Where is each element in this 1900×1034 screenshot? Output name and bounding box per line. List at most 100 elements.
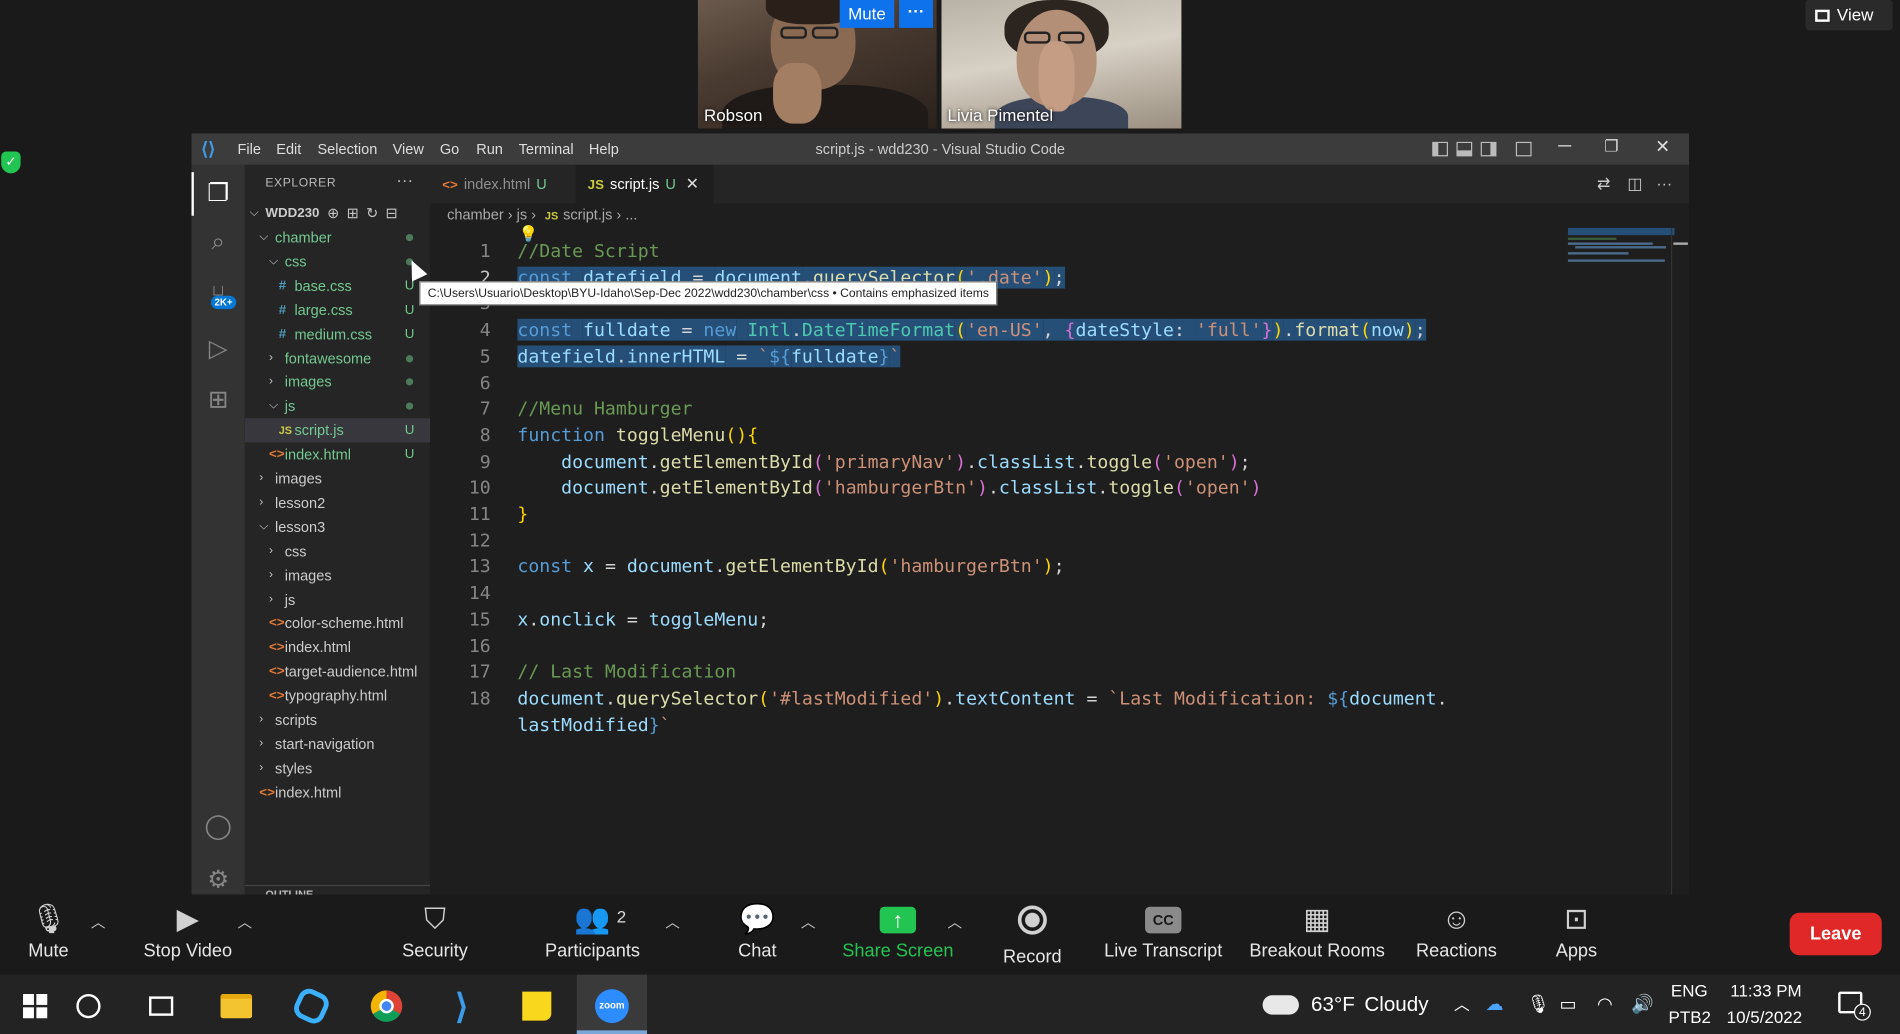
clock-time[interactable]: 11:33 PM bbox=[1730, 981, 1801, 1000]
tree-file[interactable]: <> target-audience.html bbox=[245, 660, 430, 684]
volume-icon[interactable]: 🔊 bbox=[1631, 975, 1654, 1034]
security-button[interactable]: ⛉ Security bbox=[394, 895, 476, 975]
extensions-icon[interactable]: ⊞ bbox=[201, 383, 235, 417]
explorer-icon[interactable]: ❐ bbox=[201, 177, 235, 211]
tree-file[interactable]: # medium.css U bbox=[245, 322, 430, 346]
search-button[interactable] bbox=[53, 975, 123, 1034]
explorer-more-icon[interactable]: ··· bbox=[396, 170, 413, 189]
search-icon[interactable]: ⌕ bbox=[201, 225, 235, 259]
tree-file[interactable]: # base.css U bbox=[245, 274, 430, 298]
code-text: document.querySelector('#lastModified').… bbox=[517, 685, 1447, 712]
weather-text[interactable]: Cloudy bbox=[1364, 975, 1428, 1034]
record-button[interactable]: Record bbox=[998, 895, 1066, 975]
tree-folder[interactable]: › css bbox=[245, 539, 430, 563]
tree-folder[interactable]: › js bbox=[245, 587, 430, 611]
share-screen-button[interactable]: ↑ Share Screen bbox=[841, 895, 955, 975]
tree-folder[interactable]: ⌵ lesson3 bbox=[245, 515, 430, 539]
encryption-shield-icon[interactable]: ✓ bbox=[1, 151, 21, 174]
chrome-button[interactable] bbox=[351, 975, 421, 1034]
customize-layout-icon[interactable] bbox=[1515, 141, 1532, 157]
tree-folder[interactable]: › images bbox=[245, 563, 430, 587]
account-icon[interactable]: ◯ bbox=[201, 810, 235, 844]
minimap[interactable] bbox=[1567, 227, 1679, 276]
participants-options-caret-icon[interactable]: ︿ bbox=[665, 912, 680, 933]
tab-index-html[interactable]: <> index.html U bbox=[430, 165, 573, 204]
vscode-taskbar-button[interactable]: ⟩ bbox=[427, 975, 497, 1034]
run-debug-icon[interactable]: ▷ bbox=[201, 332, 235, 366]
breadcrumb-item[interactable]: script.js bbox=[563, 206, 612, 223]
root-folder[interactable]: ⌵ WDD230 ⊕⊞↻⊟ bbox=[245, 201, 430, 225]
mute-button[interactable]: 🎙 Mute bbox=[17, 895, 80, 975]
wifi-icon[interactable]: ◠ bbox=[1597, 975, 1613, 1034]
restore-icon[interactable]: ❐ bbox=[1604, 137, 1618, 156]
tree-folder[interactable]: › images bbox=[245, 467, 430, 491]
tree-folder[interactable]: ⌵ css bbox=[245, 250, 430, 274]
breadcrumb-item[interactable]: chamber bbox=[447, 206, 504, 223]
tree-file[interactable]: <> index.html bbox=[245, 780, 430, 804]
tree-folder[interactable]: › lesson2 bbox=[245, 491, 430, 515]
share-options-caret-icon[interactable]: ︿ bbox=[948, 912, 963, 933]
minimize-icon[interactable]: ─ bbox=[1558, 136, 1571, 157]
tree-file[interactable]: <> typography.html bbox=[245, 684, 430, 708]
leave-button[interactable]: Leave bbox=[1789, 912, 1882, 956]
chat-options-caret-icon[interactable]: ︿ bbox=[801, 912, 816, 933]
breadcrumb-item[interactable]: js bbox=[517, 206, 528, 223]
editor-scrollbar[interactable] bbox=[1670, 227, 1688, 895]
toggle-secondary-sidebar-icon[interactable] bbox=[1480, 141, 1497, 157]
participants-button[interactable]: 👥 Participants bbox=[538, 895, 647, 975]
close-tab-icon[interactable]: ✕ bbox=[686, 175, 699, 193]
video-tile-livia[interactable]: Livia Pimentel bbox=[941, 0, 1182, 129]
apps-button[interactable]: ⊡ Apps bbox=[1551, 895, 1602, 975]
taskbar-app-swirl[interactable] bbox=[276, 975, 346, 1034]
audio-options-caret-icon[interactable]: ︿ bbox=[91, 912, 106, 933]
outline-section[interactable]: OUTLINE bbox=[244, 884, 431, 895]
zoom-taskbar-button[interactable]: zoom bbox=[576, 974, 648, 1034]
chat-button[interactable]: 💬 Chat bbox=[732, 895, 783, 975]
tree-folder[interactable]: › scripts bbox=[245, 708, 430, 732]
onedrive-cloud-icon[interactable]: ☁ bbox=[1486, 975, 1504, 1034]
show-hidden-icons-icon[interactable]: ︿ bbox=[1454, 975, 1470, 1034]
tree-file[interactable]: <> index.html bbox=[245, 636, 430, 660]
sticky-notes-button[interactable] bbox=[502, 975, 572, 1034]
stop-video-button[interactable]: ▶ Stop Video bbox=[136, 895, 240, 975]
tree-folder[interactable]: › images bbox=[245, 370, 430, 394]
breadcrumb-item[interactable]: ... bbox=[625, 206, 637, 223]
lightbulb-icon[interactable]: 💡 bbox=[519, 225, 539, 243]
settings-gear-icon[interactable]: ⚙ bbox=[201, 863, 235, 895]
open-changes-icon[interactable]: ⇄ bbox=[1597, 175, 1610, 194]
tree-folder[interactable]: › start-navigation bbox=[245, 732, 430, 756]
tree-folder[interactable]: ⌵ js bbox=[245, 394, 430, 418]
task-view-button[interactable] bbox=[126, 975, 196, 1034]
tile-more-button[interactable]: ··· bbox=[899, 0, 934, 28]
toggle-panel-icon[interactable] bbox=[1456, 141, 1473, 157]
close-window-icon[interactable]: ✕ bbox=[1655, 136, 1670, 158]
split-editor-icon[interactable]: ◫ bbox=[1627, 175, 1642, 194]
tree-folder[interactable]: › styles bbox=[245, 756, 430, 780]
keyboard-layout[interactable]: PTB2 bbox=[1669, 1007, 1711, 1026]
language-code[interactable]: ENG bbox=[1671, 981, 1708, 1000]
code-editor[interactable]: 1//Date Script 2 const datefield = documen… bbox=[430, 225, 1689, 895]
toggle-sidebar-icon[interactable] bbox=[1432, 141, 1448, 157]
video-options-caret-icon[interactable]: ︿ bbox=[237, 912, 252, 933]
live-transcript-button[interactable]: CC Live Transcript bbox=[1100, 895, 1226, 975]
clock-date[interactable]: 10/5/2022 bbox=[1727, 1007, 1802, 1026]
editor-more-icon[interactable]: ··· bbox=[1656, 175, 1672, 193]
tab-script-js[interactable]: JS script.js U ✕ bbox=[575, 164, 714, 204]
tree-file[interactable]: JS script.js U bbox=[244, 418, 431, 443]
breakout-rooms-button[interactable]: ▦ Breakout Rooms bbox=[1246, 895, 1389, 975]
tree-file[interactable]: <> color-scheme.html bbox=[245, 611, 430, 635]
tile-mute-button[interactable]: Mute bbox=[839, 0, 895, 28]
tree-folder[interactable]: ⌵ chamber bbox=[245, 225, 430, 249]
tree-folder[interactable]: › fontawesome bbox=[245, 346, 430, 370]
explorer-actions[interactable]: ⊕⊞↻⊟ bbox=[327, 201, 405, 225]
tree-file[interactable]: <> index.html U bbox=[245, 443, 430, 467]
reactions-button[interactable]: ☺ Reactions bbox=[1413, 895, 1500, 975]
view-button[interactable]: View bbox=[1805, 0, 1893, 31]
tree-file[interactable]: # large.css U bbox=[245, 298, 430, 322]
battery-icon[interactable]: ▭ bbox=[1559, 975, 1576, 1034]
weather-widget[interactable] bbox=[1262, 975, 1299, 1034]
microphone-tray-icon[interactable]: 🎙 bbox=[1527, 975, 1550, 1034]
weather-temp[interactable]: 63°F bbox=[1311, 975, 1355, 1034]
file-explorer-button[interactable] bbox=[201, 975, 271, 1034]
